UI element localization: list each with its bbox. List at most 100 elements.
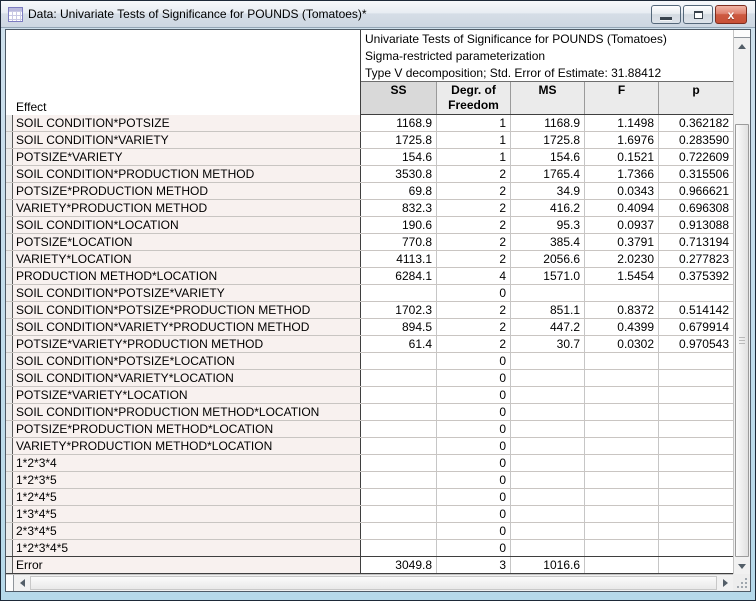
ms-cell[interactable] bbox=[511, 370, 585, 386]
p-cell[interactable]: 0.277823 bbox=[659, 251, 733, 267]
ms-cell[interactable] bbox=[511, 540, 585, 556]
f-cell[interactable] bbox=[585, 353, 659, 369]
ms-cell[interactable]: 851.1 bbox=[511, 302, 585, 318]
effect-cell[interactable]: SOIL CONDITION*POTSIZE*PRODUCTION METHOD bbox=[13, 302, 361, 318]
ss-cell[interactable]: 154.6 bbox=[361, 149, 437, 165]
df-cell[interactable]: 2 bbox=[437, 234, 511, 250]
vertical-scrollbar[interactable] bbox=[733, 30, 750, 574]
p-cell[interactable] bbox=[659, 387, 733, 403]
ss-cell[interactable] bbox=[361, 404, 437, 420]
ss-cell[interactable] bbox=[361, 506, 437, 522]
row-gutter[interactable] bbox=[6, 115, 13, 131]
f-cell[interactable] bbox=[585, 472, 659, 488]
df-cell[interactable]: 0 bbox=[437, 387, 511, 403]
p-cell[interactable] bbox=[659, 285, 733, 301]
f-cell[interactable]: 1.1498 bbox=[585, 115, 659, 131]
f-cell[interactable]: 0.4399 bbox=[585, 319, 659, 335]
p-cell[interactable] bbox=[659, 472, 733, 488]
ss-cell[interactable]: 3530.8 bbox=[361, 166, 437, 182]
f-cell[interactable]: 0.0302 bbox=[585, 336, 659, 352]
df-cell[interactable]: 2 bbox=[437, 200, 511, 216]
df-cell[interactable]: 0 bbox=[437, 421, 511, 437]
effect-cell[interactable]: POTSIZE*VARIETY*LOCATION bbox=[13, 387, 361, 403]
ss-cell[interactable]: 832.3 bbox=[361, 200, 437, 216]
effect-cell[interactable]: SOIL CONDITION*POTSIZE*VARIETY bbox=[13, 285, 361, 301]
ss-cell[interactable]: 3049.8 bbox=[361, 557, 437, 573]
row-gutter[interactable] bbox=[6, 489, 13, 505]
ss-cell[interactable]: 190.6 bbox=[361, 217, 437, 233]
row-gutter[interactable] bbox=[6, 421, 13, 437]
row-gutter[interactable] bbox=[6, 268, 13, 284]
effect-cell[interactable]: SOIL CONDITION*VARIETY*PRODUCTION METHOD bbox=[13, 319, 361, 335]
p-cell[interactable] bbox=[659, 523, 733, 539]
ms-cell[interactable] bbox=[511, 506, 585, 522]
p-cell[interactable] bbox=[659, 506, 733, 522]
row-gutter[interactable] bbox=[6, 200, 13, 216]
ms-cell[interactable]: 1168.9 bbox=[511, 115, 585, 131]
row-gutter[interactable] bbox=[6, 166, 13, 182]
effect-cell[interactable]: POTSIZE*PRODUCTION METHOD*LOCATION bbox=[13, 421, 361, 437]
row-gutter[interactable] bbox=[6, 404, 13, 420]
title-bar[interactable]: Data: Univariate Tests of Significance f… bbox=[1, 1, 755, 28]
effect-cell[interactable]: POTSIZE*LOCATION bbox=[13, 234, 361, 250]
df-cell[interactable]: 1 bbox=[437, 132, 511, 148]
df-cell[interactable]: 2 bbox=[437, 251, 511, 267]
ss-cell[interactable] bbox=[361, 540, 437, 556]
df-cell[interactable]: 2 bbox=[437, 183, 511, 199]
ms-cell[interactable] bbox=[511, 438, 585, 454]
p-cell[interactable]: 0.679914 bbox=[659, 319, 733, 335]
ms-cell[interactable] bbox=[511, 472, 585, 488]
ms-cell[interactable]: 1016.6 bbox=[511, 557, 585, 573]
ms-cell[interactable]: 2056.6 bbox=[511, 251, 585, 267]
df-cell[interactable]: 2 bbox=[437, 166, 511, 182]
horizontal-scrollbar[interactable] bbox=[6, 574, 733, 591]
ms-cell[interactable]: 95.3 bbox=[511, 217, 585, 233]
p-cell[interactable] bbox=[659, 489, 733, 505]
ss-cell[interactable] bbox=[361, 438, 437, 454]
p-cell[interactable]: 0.713194 bbox=[659, 234, 733, 250]
p-cell[interactable] bbox=[659, 404, 733, 420]
ss-cell[interactable] bbox=[361, 523, 437, 539]
ms-cell[interactable] bbox=[511, 387, 585, 403]
effect-cell[interactable]: SOIL CONDITION*VARIETY bbox=[13, 132, 361, 148]
p-cell[interactable]: 0.966621 bbox=[659, 183, 733, 199]
p-cell[interactable]: 0.913088 bbox=[659, 217, 733, 233]
df-cell[interactable]: 2 bbox=[437, 336, 511, 352]
effect-cell[interactable]: VARIETY*PRODUCTION METHOD bbox=[13, 200, 361, 216]
effect-cell[interactable]: SOIL CONDITION*PRODUCTION METHOD bbox=[13, 166, 361, 182]
resize-grip-icon[interactable] bbox=[737, 578, 747, 588]
ss-cell[interactable]: 894.5 bbox=[361, 319, 437, 335]
ss-cell[interactable] bbox=[361, 285, 437, 301]
p-cell[interactable]: 0.283590 bbox=[659, 132, 733, 148]
df-cell[interactable]: 2 bbox=[437, 217, 511, 233]
ms-cell[interactable] bbox=[511, 285, 585, 301]
df-cell[interactable]: 0 bbox=[437, 489, 511, 505]
scroll-right-button[interactable] bbox=[717, 575, 733, 591]
ms-cell[interactable] bbox=[511, 489, 585, 505]
effect-cell[interactable]: POTSIZE*VARIETY bbox=[13, 149, 361, 165]
ss-cell[interactable]: 1702.3 bbox=[361, 302, 437, 318]
df-cell[interactable]: 1 bbox=[437, 149, 511, 165]
f-cell[interactable] bbox=[585, 455, 659, 471]
ss-cell[interactable] bbox=[361, 455, 437, 471]
ms-cell[interactable]: 1765.4 bbox=[511, 166, 585, 182]
effect-cell[interactable]: SOIL CONDITION*VARIETY*LOCATION bbox=[13, 370, 361, 386]
f-cell[interactable] bbox=[585, 540, 659, 556]
p-cell[interactable] bbox=[659, 421, 733, 437]
ss-cell[interactable]: 61.4 bbox=[361, 336, 437, 352]
f-cell[interactable] bbox=[585, 421, 659, 437]
f-cell[interactable]: 1.5454 bbox=[585, 268, 659, 284]
row-gutter[interactable] bbox=[6, 438, 13, 454]
ss-cell[interactable] bbox=[361, 489, 437, 505]
ms-cell[interactable]: 447.2 bbox=[511, 319, 585, 335]
vertical-scroll-thumb[interactable] bbox=[735, 124, 749, 557]
p-cell[interactable]: 0.375392 bbox=[659, 268, 733, 284]
ss-cell[interactable]: 770.8 bbox=[361, 234, 437, 250]
effect-cell[interactable]: 1*2*4*5 bbox=[13, 489, 361, 505]
row-gutter[interactable] bbox=[6, 251, 13, 267]
horizontal-scroll-thumb[interactable] bbox=[30, 576, 717, 590]
column-header-f[interactable]: F bbox=[585, 82, 659, 114]
f-cell[interactable]: 0.0937 bbox=[585, 217, 659, 233]
row-gutter[interactable] bbox=[6, 336, 13, 352]
ss-cell[interactable]: 4113.1 bbox=[361, 251, 437, 267]
